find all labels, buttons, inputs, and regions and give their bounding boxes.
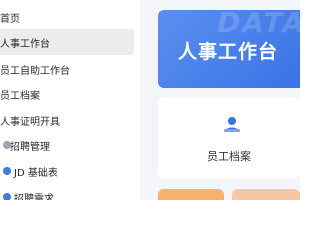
sidebar-item-label: 首页 — [0, 13, 20, 25]
sidebar-nav: 首页 人事工作台 员工自助工作台 员工档案 人事证明开具 招聘管理 JD 基础表… — [0, 0, 141, 200]
sidebar-item-hr-workbench[interactable]: 人事工作台 — [0, 29, 134, 55]
bottom-card-left[interactable] — [158, 189, 224, 200]
employee-archive-label: 员工档案 — [207, 150, 251, 163]
sidebar-item-label: 员工自助工作台 — [0, 65, 70, 77]
sidebar-item-employee-archive[interactable]: 员工档案 — [0, 81, 134, 107]
banner-watermark: DATA — [217, 10, 300, 39]
sidebar-item-label: 人事工作台 — [0, 38, 50, 50]
bottom-card-right[interactable] — [232, 189, 300, 200]
jd-table-icon — [3, 167, 11, 175]
sidebar-item-recruitment-demand[interactable]: 招聘需求 — [0, 184, 134, 200]
sidebar-item-label: 员工档案 — [0, 90, 40, 102]
sidebar-item-label: 人事证明开具 — [0, 116, 60, 128]
recruitment-icon — [3, 141, 11, 149]
person-archive-icon — [224, 117, 240, 132]
employee-archive-card[interactable]: 员工档案 — [158, 97, 300, 179]
sidebar-item-recruitment[interactable]: 招聘管理 — [0, 132, 134, 158]
sidebar-item-home[interactable]: 首页 — [0, 4, 134, 30]
page-title: 人事工作台 — [178, 41, 279, 63]
sidebar-item-hr-certificate[interactable]: 人事证明开具 — [0, 107, 134, 133]
main-content: DATA 人事工作台 员工档案 — [140, 0, 300, 200]
sidebar-item-employee-self-service[interactable]: 员工自助工作台 — [0, 56, 134, 82]
app-window: 首页 人事工作台 员工自助工作台 员工档案 人事证明开具 招聘管理 JD 基础表… — [0, 0, 300, 200]
sidebar-item-jd-basic[interactable]: JD 基础表 — [0, 158, 134, 184]
demand-icon — [3, 193, 11, 200]
hr-workbench-banner: DATA 人事工作台 — [158, 10, 300, 88]
